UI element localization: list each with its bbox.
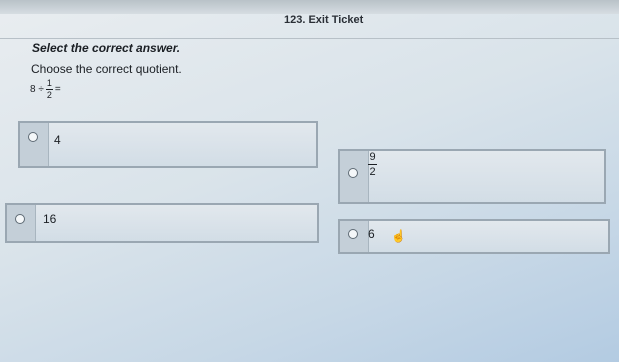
- option-denominator: 2: [369, 166, 376, 179]
- option-fraction: 9 2: [368, 151, 377, 178]
- equation-numerator: 1: [46, 78, 52, 88]
- equation-left: 8 ÷: [30, 84, 44, 95]
- equation-equals: =: [54, 84, 61, 95]
- option-label: 16: [43, 212, 57, 226]
- equation: 8 ÷ 1 2 =: [30, 79, 61, 100]
- equation-fraction: 1 2: [45, 78, 53, 100]
- answer-option-6[interactable]: 6: [338, 219, 610, 254]
- question-instruction: Select the correct answer.: [32, 41, 181, 55]
- equation-denominator: 2: [46, 90, 52, 100]
- option-label: 6: [368, 227, 375, 241]
- radio-button[interactable]: [28, 132, 38, 142]
- radio-button[interactable]: [348, 168, 358, 178]
- radio-button[interactable]: [348, 229, 358, 239]
- option-numerator: 9: [369, 151, 376, 163]
- answer-option-4[interactable]: 4: [18, 121, 318, 168]
- answer-option-16[interactable]: 16: [5, 203, 319, 243]
- header-divider: [0, 38, 619, 39]
- page-title: 123. Exit Ticket: [284, 14, 364, 26]
- option-label: 4: [54, 133, 61, 147]
- fraction-bar: [368, 164, 377, 166]
- option-tab: [20, 123, 49, 166]
- answer-option-9-over-2[interactable]: 9 2: [338, 149, 606, 204]
- radio-button[interactable]: [15, 214, 25, 224]
- hand-pointer-icon: ☝: [391, 229, 406, 243]
- window-top-strip: [0, 0, 619, 14]
- question-prompt: Choose the correct quotient.: [31, 62, 182, 76]
